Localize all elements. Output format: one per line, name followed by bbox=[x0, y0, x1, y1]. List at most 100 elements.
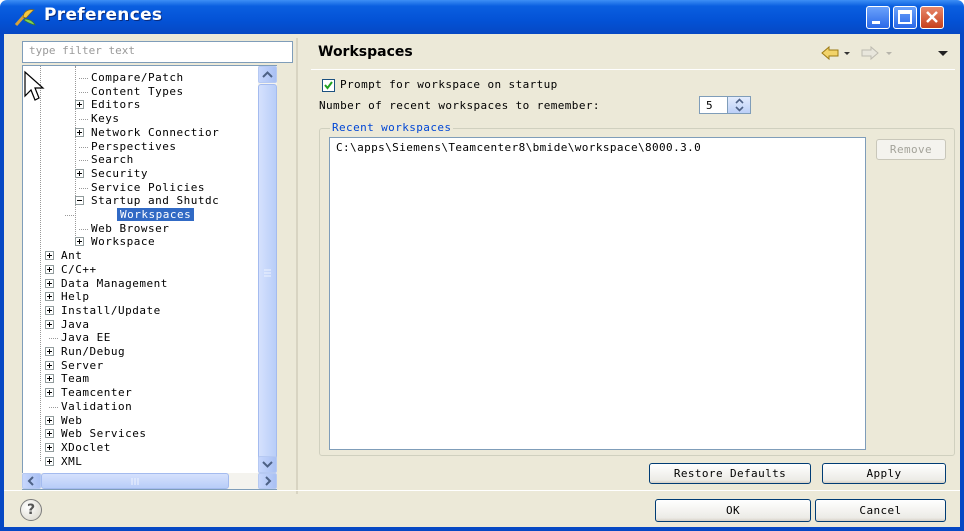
header-separator bbox=[311, 69, 955, 70]
forward-dropdown-icon[interactable] bbox=[886, 52, 892, 55]
expand-icon[interactable] bbox=[45, 429, 54, 439]
tree-item[interactable]: Java EE bbox=[61, 331, 111, 344]
scroll-down-button[interactable] bbox=[258, 456, 277, 473]
tree-item[interactable]: XDoclet bbox=[61, 441, 111, 454]
remove-button[interactable]: Remove bbox=[876, 139, 946, 160]
back-arrow-icon[interactable] bbox=[821, 45, 839, 61]
tree-item[interactable]: Web Services bbox=[61, 427, 146, 440]
tree-item[interactable]: Workspaces bbox=[117, 208, 195, 221]
window-title: Preferences bbox=[44, 5, 163, 25]
ok-button[interactable]: OK bbox=[655, 499, 811, 522]
tree-item[interactable]: Editors bbox=[91, 98, 141, 111]
scroll-thumb[interactable] bbox=[258, 84, 277, 464]
tree-item[interactable]: Compare/Patch bbox=[91, 71, 184, 84]
mouse-cursor-icon bbox=[24, 70, 45, 101]
tree-item-label: Java EE bbox=[61, 331, 111, 345]
expand-icon[interactable] bbox=[45, 347, 54, 356]
recent-workspaces-list[interactable]: C:\apps\Siemens\Teamcenter8\bmide\worksp… bbox=[329, 137, 866, 450]
grip-icon bbox=[131, 478, 139, 485]
tree-vertical-scrollbar[interactable] bbox=[258, 65, 277, 473]
filter-input[interactable]: type filter text bbox=[22, 41, 293, 63]
minimize-button[interactable] bbox=[866, 6, 890, 29]
help-button[interactable]: ? bbox=[20, 499, 42, 521]
expand-icon[interactable] bbox=[75, 237, 84, 247]
tree-item[interactable]: Install/Update bbox=[61, 304, 161, 317]
tree-item[interactable]: Java bbox=[61, 318, 90, 331]
tree-item-label: Help bbox=[61, 290, 90, 304]
forward-arrow-icon[interactable] bbox=[861, 45, 879, 61]
prompt-checkbox-label[interactable]: Prompt for workspace on startup bbox=[340, 78, 558, 91]
scroll-right-button[interactable] bbox=[258, 473, 277, 489]
expand-icon[interactable] bbox=[45, 456, 54, 466]
tree-item[interactable]: Network Connectior bbox=[91, 126, 219, 139]
tree-item[interactable]: Perspectives bbox=[91, 140, 176, 153]
tree-connector bbox=[79, 119, 88, 121]
expand-icon[interactable] bbox=[45, 264, 54, 274]
page-title: Workspaces bbox=[318, 44, 413, 60]
tree-item[interactable]: Service Policies bbox=[91, 181, 205, 194]
maximize-button[interactable] bbox=[893, 6, 917, 29]
expand-icon[interactable] bbox=[45, 319, 54, 329]
restore-defaults-button[interactable]: Restore Defaults bbox=[649, 463, 811, 484]
tree-item-label: XML bbox=[61, 454, 83, 468]
tree-item-label: Server bbox=[61, 358, 104, 372]
view-menu-icon[interactable] bbox=[938, 51, 948, 56]
tree-item[interactable]: Web Browser bbox=[91, 222, 169, 235]
tree-item[interactable]: Data Management bbox=[61, 277, 168, 290]
tree-item[interactable]: Run/Debug bbox=[61, 345, 125, 358]
expand-icon[interactable] bbox=[45, 278, 54, 288]
scroll-left-button[interactable] bbox=[22, 473, 41, 489]
tree-item[interactable]: Search bbox=[91, 153, 134, 166]
recent-count-value[interactable]: 5 bbox=[706, 99, 713, 112]
expand-icon[interactable] bbox=[75, 127, 84, 137]
horizontal-scroll-thumb[interactable] bbox=[41, 473, 229, 489]
tree-item-label: Editors bbox=[91, 98, 141, 112]
tree-item[interactable]: Validation bbox=[61, 400, 132, 413]
panel-sash[interactable] bbox=[296, 38, 298, 494]
tree-item[interactable]: Startup and Shutdc bbox=[91, 194, 219, 207]
recent-count-label: Number of recent workspaces to remember: bbox=[319, 99, 600, 112]
scroll-up-button[interactable] bbox=[258, 66, 277, 83]
preferences-tree[interactable]: Compare/Patch Content Types Editors Keys Net… bbox=[22, 65, 258, 473]
back-dropdown-icon[interactable] bbox=[844, 52, 850, 55]
expand-icon[interactable] bbox=[45, 305, 54, 315]
tree-item[interactable]: Web bbox=[61, 414, 82, 427]
tree-item[interactable]: Server bbox=[61, 359, 104, 372]
apply-button[interactable]: Apply bbox=[822, 463, 946, 484]
tree-item[interactable]: Security bbox=[91, 167, 148, 180]
tree-item[interactable]: Workspace bbox=[91, 235, 155, 248]
expand-icon[interactable] bbox=[45, 374, 54, 384]
tree-item-label: Compare/Patch bbox=[91, 71, 184, 84]
title-bar[interactable]: Preferences bbox=[0, 0, 964, 34]
collapse-icon[interactable] bbox=[75, 196, 84, 206]
expand-icon[interactable] bbox=[45, 251, 54, 261]
help-icon: ? bbox=[26, 502, 36, 518]
prompt-checkbox[interactable] bbox=[322, 79, 335, 92]
tree-item[interactable]: Content Types bbox=[91, 85, 184, 98]
expand-icon[interactable] bbox=[45, 292, 54, 302]
footer-separator bbox=[4, 490, 960, 491]
tree-horizontal-scrollbar[interactable] bbox=[22, 473, 277, 490]
tree-item-label: Service Policies bbox=[91, 180, 205, 194]
tree-item[interactable]: Help bbox=[61, 290, 90, 303]
expand-icon[interactable] bbox=[75, 100, 84, 110]
tree-item[interactable]: Teamcenter bbox=[61, 386, 132, 399]
expand-icon[interactable] bbox=[45, 415, 54, 425]
expand-icon[interactable] bbox=[45, 360, 54, 370]
tree-item[interactable]: Ant bbox=[61, 249, 82, 262]
preferences-icon bbox=[14, 9, 36, 26]
tree-item[interactable]: XML bbox=[61, 455, 82, 468]
close-button[interactable] bbox=[920, 6, 944, 29]
tree-item[interactable]: Team bbox=[61, 372, 90, 385]
list-item[interactable]: C:\apps\Siemens\Teamcenter8\bmide\worksp… bbox=[336, 141, 701, 154]
expand-icon[interactable] bbox=[45, 388, 54, 398]
spinner-buttons[interactable] bbox=[727, 97, 750, 113]
tree-item-label: Keys bbox=[91, 112, 120, 126]
expand-icon[interactable] bbox=[45, 442, 54, 452]
tree-item-label: Search bbox=[91, 153, 134, 167]
expand-icon[interactable] bbox=[75, 168, 84, 178]
tree-item[interactable]: C/C++ bbox=[61, 263, 97, 276]
cancel-button[interactable]: Cancel bbox=[815, 499, 946, 522]
tree-item-label: Validation bbox=[61, 399, 133, 413]
tree-item[interactable]: Keys bbox=[91, 112, 120, 125]
